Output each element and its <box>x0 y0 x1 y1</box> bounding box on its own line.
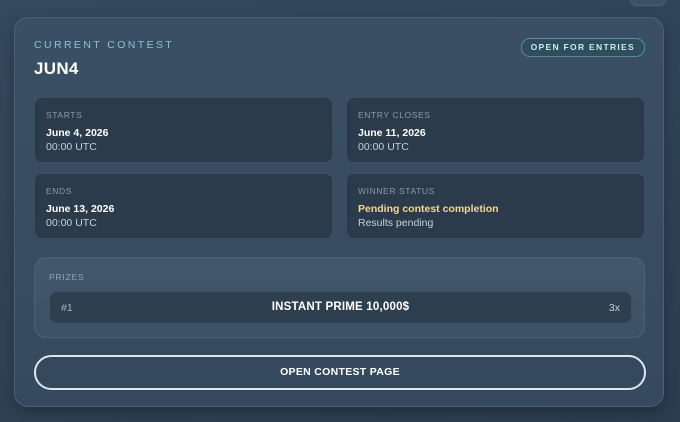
prize-row: #1 INSTANT PRIME 10,000$ 3x <box>49 291 632 324</box>
open-contest-page-button[interactable]: OPEN CONTEST PAGE <box>34 355 646 390</box>
starts-time: 00:00 UTC <box>46 141 97 153</box>
starts-label: STARTS <box>46 110 83 120</box>
ends-box: ENDS June 13, 2026 00:00 UTC <box>34 173 333 239</box>
prize-name: INSTANT PRIME 10,000$ <box>271 301 410 313</box>
ends-date: June 13, 2026 <box>46 203 115 215</box>
contest-card: CURRENT CONTEST JUN4 OPEN FOR ENTRIES ST… <box>14 17 664 407</box>
current-contest-eyebrow: CURRENT CONTEST <box>34 39 175 51</box>
status-badge: OPEN FOR ENTRIES <box>520 38 645 57</box>
prizes-label: PRIZES <box>49 272 85 282</box>
entry-closes-label: ENTRY CLOSES <box>358 110 431 120</box>
entry-closes-time: 00:00 UTC <box>358 141 409 153</box>
prize-quantity: 3x <box>608 302 620 314</box>
starts-box: STARTS June 4, 2026 00:00 UTC <box>34 97 333 163</box>
ends-label: ENDS <box>46 186 73 196</box>
winner-status-detail: Results pending <box>358 217 434 229</box>
prizes-panel: PRIZES #1 INSTANT PRIME 10,000$ 3x <box>34 257 645 338</box>
ends-time: 00:00 UTC <box>46 217 97 229</box>
winner-status-label: WINNER STATUS <box>358 186 435 196</box>
winner-status-box: WINNER STATUS Pending contest completion… <box>346 173 645 239</box>
starts-date: June 4, 2026 <box>46 127 109 139</box>
entry-closes-date: June 11, 2026 <box>358 127 426 139</box>
entry-closes-box: ENTRY CLOSES June 11, 2026 00:00 UTC <box>346 97 645 163</box>
winner-status-text: Pending contest completion <box>358 203 499 215</box>
contest-title: JUN4 <box>34 59 79 78</box>
top-corner-pill <box>630 0 666 6</box>
